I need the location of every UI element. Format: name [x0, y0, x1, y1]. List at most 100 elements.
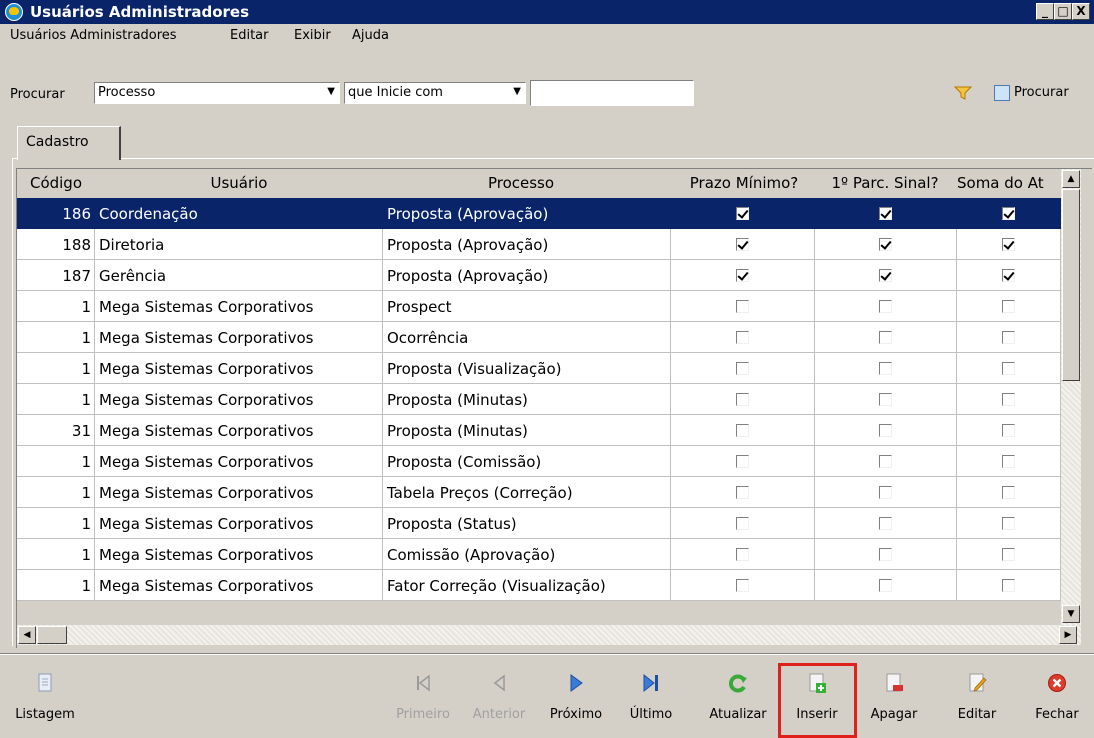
checkbox[interactable]: [736, 517, 749, 530]
vertical-scrollbar[interactable]: ▲ ▼: [1061, 169, 1081, 625]
checkbox[interactable]: [736, 548, 749, 561]
search-field-value: Processo: [98, 85, 156, 100]
cell-usuario: Mega Sistemas Corporativos: [95, 322, 383, 353]
table-row[interactable]: 187 Gerência Proposta (Aprovação): [17, 260, 1061, 291]
menu-exibir[interactable]: Exibir: [294, 28, 331, 43]
checkbox[interactable]: [736, 393, 749, 406]
fechar-button[interactable]: Fechar: [1024, 668, 1090, 728]
search-input[interactable]: [530, 80, 694, 106]
checkbox[interactable]: [879, 269, 892, 282]
cell-processo: Prospect: [383, 291, 671, 322]
title-bar[interactable]: Usuários Administradores _ □ X: [0, 0, 1094, 24]
table-row[interactable]: 1 Mega Sistemas Corporativos Prospect: [17, 291, 1061, 322]
checkbox[interactable]: [736, 269, 749, 282]
checkbox[interactable]: [879, 424, 892, 437]
column-header-processo[interactable]: Processo: [383, 169, 659, 198]
cell-codigo: 1: [17, 353, 95, 384]
cell-processo: Proposta (Minutas): [383, 384, 671, 415]
maximize-button[interactable]: □: [1054, 3, 1072, 20]
checkbox[interactable]: [736, 238, 749, 251]
ultimo-button[interactable]: Último: [618, 668, 684, 728]
cell-codigo: 188: [17, 229, 95, 260]
apagar-button[interactable]: Apagar: [858, 668, 930, 728]
funnel-icon[interactable]: [954, 86, 972, 100]
column-header-parc-sinal[interactable]: 1º Parc. Sinal?: [815, 169, 955, 198]
table-row[interactable]: 186 Coordenação Proposta (Aprovação): [17, 198, 1061, 229]
checkbox[interactable]: [736, 455, 749, 468]
checkbox[interactable]: [736, 207, 749, 220]
column-header-usuario[interactable]: Usuário: [95, 169, 383, 198]
menu-editar[interactable]: Editar: [230, 28, 269, 43]
table-row[interactable]: 188 Diretoria Proposta (Aprovação): [17, 229, 1061, 260]
checkbox[interactable]: [879, 486, 892, 499]
checkbox[interactable]: [1002, 300, 1015, 313]
table-row[interactable]: 1 Mega Sistemas Corporativos Proposta (Sta…: [17, 508, 1061, 539]
checkbox[interactable]: [736, 331, 749, 344]
checkbox[interactable]: [1002, 517, 1015, 530]
checkbox[interactable]: [879, 362, 892, 375]
checkbox[interactable]: [1002, 362, 1015, 375]
checkbox[interactable]: [736, 300, 749, 313]
checkbox[interactable]: [879, 331, 892, 344]
menu-usuarios-administradores[interactable]: Usuários Administradores: [10, 28, 177, 43]
editar-button[interactable]: Editar: [942, 668, 1012, 728]
atualizar-button[interactable]: Atualizar: [698, 668, 778, 728]
table-row[interactable]: 1 Mega Sistemas Corporativos Comissão (Apr…: [17, 539, 1061, 570]
table-row[interactable]: 1 Mega Sistemas Corporativos Proposta (Com…: [17, 446, 1061, 477]
search-button[interactable]: Procurar: [992, 82, 1092, 104]
table-row[interactable]: 1 Mega Sistemas Corporativos Fator Correçã…: [17, 570, 1061, 601]
checkbox[interactable]: [879, 300, 892, 313]
checkbox[interactable]: [1002, 548, 1015, 561]
checkbox[interactable]: [1002, 486, 1015, 499]
checkbox[interactable]: [879, 579, 892, 592]
menu-ajuda[interactable]: Ajuda: [352, 28, 389, 43]
checkbox[interactable]: [879, 517, 892, 530]
primeiro-button[interactable]: Primeiro: [386, 668, 460, 728]
minimize-button[interactable]: _: [1036, 3, 1054, 20]
checkbox[interactable]: [1002, 393, 1015, 406]
checkbox[interactable]: [879, 455, 892, 468]
checkbox[interactable]: [736, 486, 749, 499]
table-row[interactable]: 1 Mega Sistemas Corporativos Proposta (Vis…: [17, 353, 1061, 384]
tab-cadastro[interactable]: Cadastro: [17, 126, 121, 160]
horizontal-scroll-thumb[interactable]: [37, 626, 67, 644]
checkbox[interactable]: [879, 548, 892, 561]
table-row[interactable]: 31 Mega Sistemas Corporativos Proposta (Mi…: [17, 415, 1061, 446]
cell-usuario: Mega Sistemas Corporativos: [95, 539, 383, 570]
checkbox[interactable]: [1002, 207, 1015, 220]
checkbox[interactable]: [879, 207, 892, 220]
vertical-scroll-thumb[interactable]: [1062, 189, 1080, 381]
checkbox[interactable]: [1002, 269, 1015, 282]
checkbox[interactable]: [1002, 455, 1015, 468]
table-row[interactable]: 1 Mega Sistemas Corporativos Proposta (Min…: [17, 384, 1061, 415]
search-mode-select[interactable]: que Inicie com ▼: [344, 82, 526, 104]
table-row[interactable]: 1 Mega Sistemas Corporativos Tabela Preços…: [17, 477, 1061, 508]
search-field-select[interactable]: Processo ▼: [94, 82, 340, 104]
listagem-button[interactable]: Listagem: [10, 668, 80, 728]
scroll-left-button[interactable]: ◀: [18, 626, 36, 644]
checkbox[interactable]: [736, 362, 749, 375]
column-header-codigo[interactable]: Código: [17, 169, 95, 198]
table-row[interactable]: 1 Mega Sistemas Corporativos Ocorrência: [17, 322, 1061, 353]
checkbox[interactable]: [1002, 424, 1015, 437]
checkbox[interactable]: [736, 424, 749, 437]
column-header-soma[interactable]: Soma do At: [957, 169, 1061, 198]
search-button-label: Procurar: [1014, 85, 1069, 100]
checkbox[interactable]: [1002, 238, 1015, 251]
checkbox[interactable]: [1002, 331, 1015, 344]
cell-prazo-minimo: [671, 570, 815, 601]
checkbox[interactable]: [879, 238, 892, 251]
close-window-button[interactable]: X: [1072, 3, 1090, 20]
horizontal-scrollbar[interactable]: ◀ ▶: [17, 625, 1081, 645]
column-header-prazo-minimo[interactable]: Prazo Mínimo?: [671, 169, 817, 198]
delete-icon: [886, 673, 903, 692]
checkbox[interactable]: [879, 393, 892, 406]
scroll-up-button[interactable]: ▲: [1062, 170, 1080, 188]
scroll-right-button[interactable]: ▶: [1059, 626, 1077, 644]
checkbox[interactable]: [736, 579, 749, 592]
cell-codigo: 186: [17, 198, 95, 229]
anterior-button[interactable]: Anterior: [462, 668, 536, 728]
scroll-down-button[interactable]: ▼: [1062, 605, 1080, 623]
checkbox[interactable]: [1002, 579, 1015, 592]
proximo-button[interactable]: Próximo: [540, 668, 612, 728]
